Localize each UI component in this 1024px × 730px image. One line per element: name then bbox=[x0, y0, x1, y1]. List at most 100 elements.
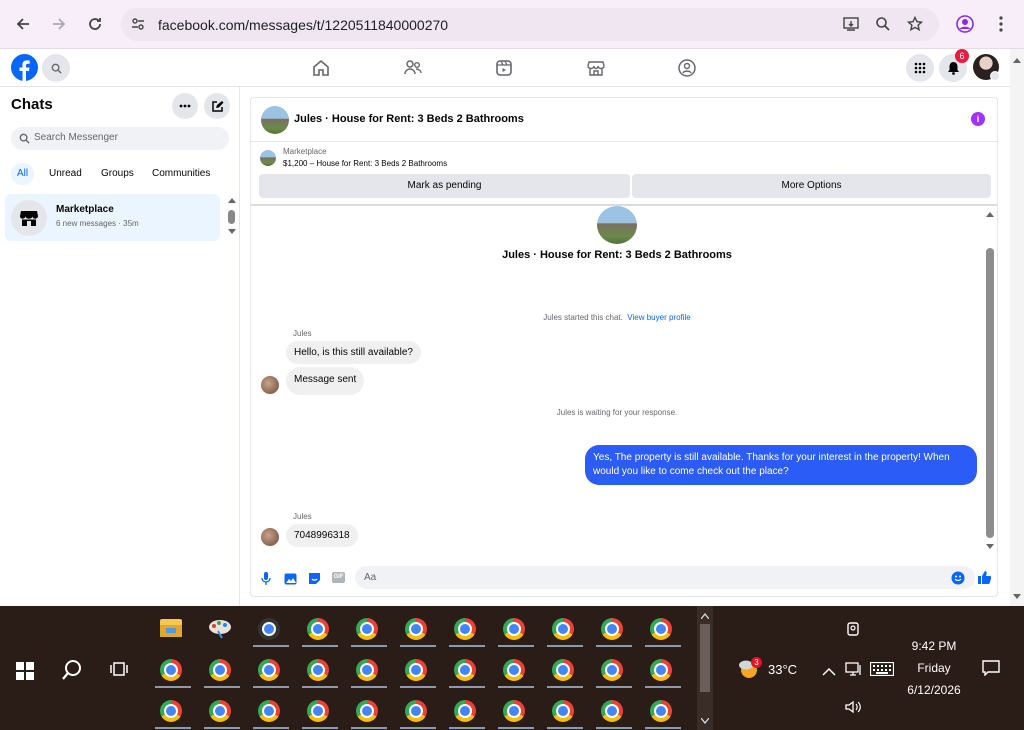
chrome-icon[interactable] bbox=[356, 700, 378, 722]
chrome-icon[interactable] bbox=[503, 618, 525, 640]
temperature[interactable]: 33°C bbox=[768, 662, 797, 677]
bookmark-star-icon[interactable] bbox=[906, 15, 924, 37]
address-bar[interactable]: facebook.com/messages/t/1220511840000270 bbox=[121, 8, 939, 41]
paint-app-icon[interactable] bbox=[208, 617, 232, 644]
taskbar-search-icon[interactable] bbox=[61, 659, 83, 686]
new-message-icon[interactable] bbox=[204, 93, 230, 119]
chrome-icon[interactable] bbox=[552, 618, 574, 640]
filter-groups[interactable]: Groups bbox=[95, 163, 140, 185]
chrome-icon[interactable] bbox=[503, 700, 525, 722]
chrome-icon[interactable] bbox=[650, 618, 672, 640]
clock-date[interactable]: 6/12/2026 bbox=[902, 683, 966, 697]
search-messenger-field[interactable]: Search Messenger bbox=[11, 127, 229, 150]
view-buyer-profile-link[interactable]: View buyer profile bbox=[627, 313, 690, 322]
chrome-icon[interactable] bbox=[601, 659, 623, 681]
chrome-icon[interactable] bbox=[552, 659, 574, 681]
marketplace-icon[interactable] bbox=[586, 58, 606, 78]
reload-icon[interactable] bbox=[81, 10, 109, 38]
chrome-icon[interactable] bbox=[405, 618, 427, 640]
chrome-icon[interactable] bbox=[356, 659, 378, 681]
action-center-icon[interactable] bbox=[982, 660, 1000, 681]
attach-photo-icon[interactable] bbox=[284, 572, 297, 590]
filter-unread[interactable]: Unread bbox=[43, 163, 88, 185]
listing-avatar[interactable] bbox=[261, 106, 289, 134]
chrome-icon[interactable] bbox=[258, 659, 280, 681]
page-scrollbar[interactable] bbox=[1010, 49, 1024, 606]
account-chevron-icon[interactable] bbox=[990, 71, 1000, 81]
mark-pending-button[interactable]: Mark as pending bbox=[259, 174, 630, 198]
chrome-icon[interactable] bbox=[405, 700, 427, 722]
chats-sidebar: Chats Search Messenger All Unread Groups… bbox=[0, 87, 240, 606]
chrome-profile-icon[interactable] bbox=[258, 618, 280, 640]
video-icon[interactable] bbox=[494, 58, 514, 78]
more-options-icon[interactable] bbox=[172, 93, 198, 119]
voice-clip-icon[interactable] bbox=[261, 572, 271, 590]
chrome-icon[interactable] bbox=[601, 618, 623, 640]
site-settings-icon[interactable] bbox=[131, 17, 145, 36]
incoming-message[interactable]: Hello, is this still available? bbox=[286, 341, 421, 364]
start-windows-icon[interactable] bbox=[16, 662, 34, 685]
clock-time[interactable]: 9:42 PM bbox=[908, 639, 960, 653]
chat-started-notice: Jules started this chat. View buyer prof… bbox=[251, 307, 983, 325]
chrome-icon[interactable] bbox=[356, 618, 378, 640]
emoji-icon[interactable] bbox=[951, 571, 965, 585]
show-hidden-icons-chevron-icon[interactable] bbox=[822, 664, 836, 682]
install-app-icon[interactable] bbox=[843, 16, 859, 37]
filter-all[interactable]: All bbox=[11, 163, 35, 185]
menu-grid-icon[interactable] bbox=[906, 54, 934, 82]
forward-arrow-icon[interactable] bbox=[45, 10, 73, 38]
fb-search-icon[interactable] bbox=[42, 54, 70, 82]
chrome-icon[interactable] bbox=[601, 700, 623, 722]
chrome-icon[interactable] bbox=[650, 659, 672, 681]
listing-detail[interactable]: $1,200 – House for Rent: 3 Beds 2 Bathro… bbox=[283, 159, 447, 168]
message-input[interactable]: Aa bbox=[355, 566, 975, 589]
file-explorer-icon[interactable] bbox=[160, 619, 182, 637]
keyboard-icon[interactable] bbox=[869, 661, 895, 681]
chrome-icon[interactable] bbox=[209, 700, 231, 722]
taskbar-overflow-scrollbar[interactable] bbox=[697, 606, 713, 730]
meet-now-icon[interactable] bbox=[845, 621, 861, 642]
info-icon[interactable]: i bbox=[971, 112, 985, 126]
chat-list-scrollbar[interactable] bbox=[227, 197, 237, 237]
chrome-icon[interactable] bbox=[405, 659, 427, 681]
chrome-icon[interactable] bbox=[650, 700, 672, 722]
profile-icon[interactable] bbox=[951, 10, 979, 38]
chrome-icon[interactable] bbox=[209, 659, 231, 681]
chrome-icon[interactable] bbox=[454, 659, 476, 681]
zoom-icon[interactable] bbox=[875, 16, 891, 37]
network-icon[interactable] bbox=[845, 661, 863, 682]
chrome-icon[interactable] bbox=[258, 700, 280, 722]
listing-thumbnail[interactable] bbox=[260, 150, 276, 166]
sender-avatar[interactable] bbox=[261, 376, 279, 394]
like-thumb-icon[interactable] bbox=[977, 570, 992, 589]
home-icon[interactable] bbox=[311, 58, 331, 78]
chrome-icon[interactable] bbox=[160, 659, 182, 681]
browser-menu-icon[interactable] bbox=[987, 10, 1015, 38]
sticker-icon[interactable] bbox=[308, 572, 321, 590]
more-options-button[interactable]: More Options bbox=[632, 174, 991, 198]
groups-icon[interactable] bbox=[677, 58, 697, 78]
incoming-message[interactable]: 7048996318 bbox=[286, 524, 358, 547]
chrome-icon[interactable] bbox=[503, 659, 525, 681]
clock-day[interactable]: Friday bbox=[908, 661, 960, 675]
conversation-title[interactable]: Jules · House for Rent: 3 Beds 2 Bathroo… bbox=[294, 113, 524, 125]
outgoing-message[interactable]: Yes, The property is still available. Th… bbox=[585, 445, 977, 485]
chrome-icon[interactable] bbox=[454, 700, 476, 722]
friends-icon[interactable] bbox=[403, 58, 423, 78]
chrome-icon[interactable] bbox=[160, 700, 182, 722]
messages-scrollbar[interactable] bbox=[984, 206, 996, 554]
back-arrow-icon[interactable] bbox=[9, 10, 37, 38]
chrome-icon[interactable] bbox=[307, 659, 329, 681]
chrome-icon[interactable] bbox=[307, 618, 329, 640]
volume-icon[interactable] bbox=[845, 700, 861, 719]
facebook-logo-icon[interactable] bbox=[11, 54, 38, 81]
sender-avatar[interactable] bbox=[261, 528, 279, 546]
task-view-icon[interactable] bbox=[110, 661, 128, 682]
filter-communities[interactable]: Communities bbox=[146, 163, 216, 185]
chrome-icon[interactable] bbox=[454, 618, 476, 640]
chrome-icon[interactable] bbox=[307, 700, 329, 722]
chat-item-marketplace[interactable]: Marketplace 6 new messages · 35m bbox=[5, 194, 220, 241]
gif-icon[interactable]: GIF bbox=[332, 572, 345, 583]
chrome-icon[interactable] bbox=[552, 700, 574, 722]
incoming-message[interactable]: Message sent bbox=[286, 367, 365, 395]
